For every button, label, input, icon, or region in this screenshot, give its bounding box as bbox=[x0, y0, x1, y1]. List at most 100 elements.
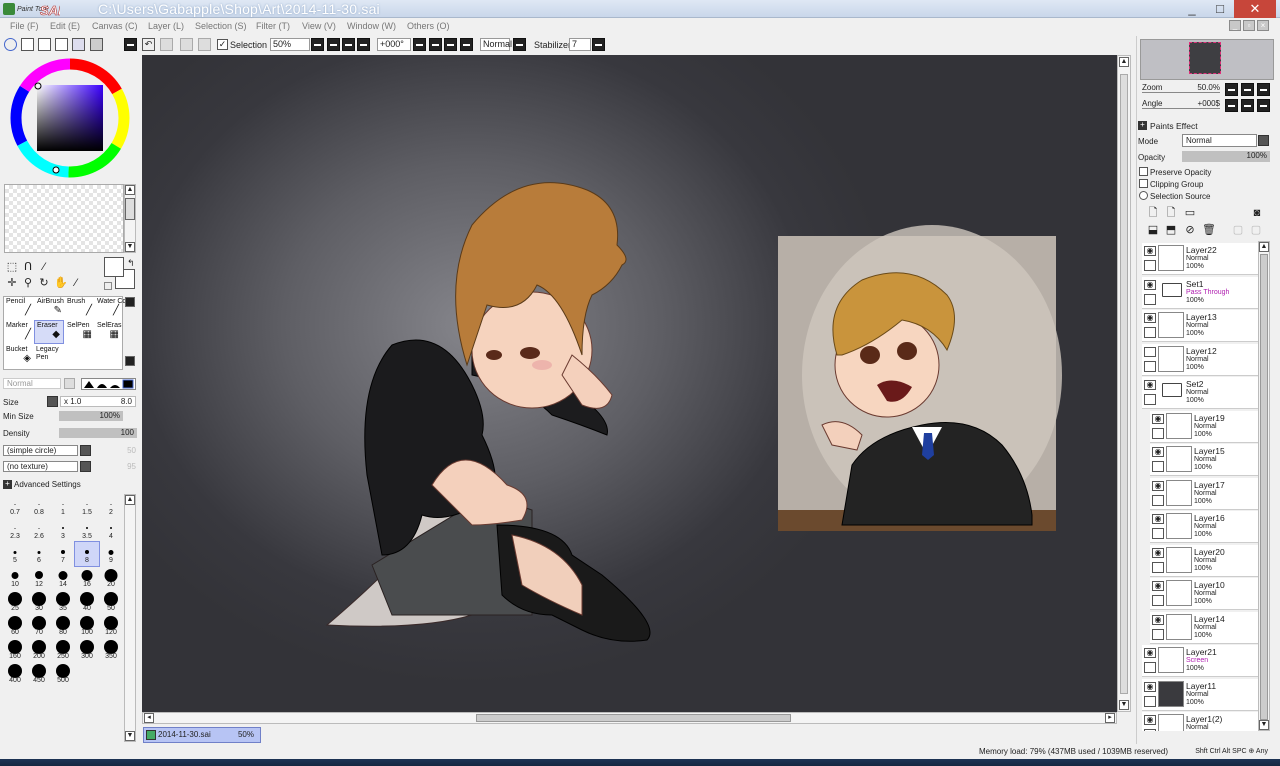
nav-rotate-reset-icon[interactable] bbox=[1257, 99, 1270, 112]
toolbar-dropdown-icon[interactable] bbox=[124, 38, 137, 51]
scroll-down-icon[interactable]: ▼ bbox=[125, 731, 135, 741]
brush-size-1-5[interactable]: 1.5 bbox=[75, 494, 99, 518]
menu-file[interactable]: File (F) bbox=[10, 21, 39, 31]
layer-select-checkbox[interactable] bbox=[1152, 628, 1164, 640]
nav-rotate-right-icon[interactable] bbox=[1241, 99, 1254, 112]
brush-mode-field[interactable]: Normal bbox=[3, 378, 61, 389]
brush-size-6[interactable]: 6 bbox=[27, 542, 51, 566]
tool-seleras[interactable]: SelEras ▦ bbox=[95, 321, 122, 345]
brush-size-3[interactable]: 3 bbox=[51, 518, 75, 542]
nav-zoom-reset-icon[interactable] bbox=[1257, 83, 1270, 96]
selection-source-radio[interactable] bbox=[1139, 191, 1148, 200]
layer-select-checkbox[interactable] bbox=[1152, 561, 1164, 573]
menu-canvas[interactable]: Canvas (C) bbox=[92, 21, 138, 31]
brush-shape-strength[interactable]: 50 bbox=[97, 446, 136, 455]
size-field[interactable]: x 1.0 8.0 bbox=[60, 396, 136, 407]
scroll-down-icon[interactable]: ▼ bbox=[125, 242, 135, 252]
nav-zoom-value[interactable]: 50.0% bbox=[1194, 83, 1220, 92]
brush-size-12[interactable]: 12 bbox=[27, 566, 51, 590]
layer-select-checkbox[interactable] bbox=[1152, 427, 1164, 439]
layer-list-scrollbar[interactable]: ▲ ▼ bbox=[1258, 241, 1270, 731]
layer-mode-field[interactable]: Normal bbox=[1182, 134, 1257, 147]
layer-row[interactable]: ◉ Layer11 Normal 100% bbox=[1142, 678, 1258, 711]
layer-row[interactable]: ◉ Layer20 Normal 100% bbox=[1150, 544, 1258, 577]
paints-effect-label[interactable]: Paints Effect bbox=[1150, 121, 1198, 131]
scroll-thumb[interactable] bbox=[1120, 74, 1128, 694]
brush-size-1[interactable]: 1 bbox=[51, 494, 75, 518]
tool-pencil[interactable]: Pencil ╱ bbox=[4, 297, 34, 321]
canvas-vertical-scrollbar[interactable]: ▲ ▼ bbox=[1117, 55, 1131, 712]
canvas[interactable] bbox=[142, 55, 1117, 712]
layer-row[interactable]: ◉ Layer10 Normal 100% bbox=[1150, 578, 1258, 610]
scroll-up-icon[interactable] bbox=[125, 297, 135, 307]
navigator-viewport[interactable] bbox=[1189, 42, 1221, 74]
layer-mode-dropdown-icon[interactable] bbox=[1258, 135, 1269, 146]
brush-size-30[interactable]: 30 bbox=[27, 590, 51, 614]
brush-size-10[interactable]: 10 bbox=[3, 566, 27, 590]
min-size-slider[interactable]: 100% bbox=[59, 411, 123, 421]
brush-size-120[interactable]: 120 bbox=[99, 614, 123, 638]
delete-mask-icon[interactable]: ▢ bbox=[1250, 224, 1262, 236]
brush-shape-dropdown-icon[interactable] bbox=[80, 445, 91, 456]
nav-angle-slider[interactable] bbox=[1142, 108, 1220, 109]
scroll-down-icon[interactable] bbox=[125, 356, 135, 366]
scratchpad-scrollbar[interactable]: ▲ ▼ bbox=[124, 184, 136, 253]
scratchpad-area[interactable] bbox=[4, 184, 124, 253]
eye-icon[interactable]: ◉ bbox=[1152, 581, 1164, 591]
layer-select-checkbox[interactable] bbox=[1144, 327, 1156, 338]
layer-row[interactable]: Layer12 Normal 100% bbox=[1142, 343, 1258, 376]
apply-mask-icon[interactable]: ▢ bbox=[1232, 224, 1244, 236]
zoom-icon[interactable]: ⚲ bbox=[22, 277, 34, 289]
brush-size-9[interactable]: 9 bbox=[99, 542, 123, 566]
brush-size-2-3[interactable]: 2.3 bbox=[3, 518, 27, 542]
layer-row[interactable]: ◉ Layer21 Screen 100% bbox=[1142, 645, 1258, 677]
eye-icon[interactable]: ◉ bbox=[1152, 614, 1164, 625]
nav-zoom-in-icon[interactable] bbox=[1241, 83, 1254, 96]
eye-icon[interactable]: ◉ bbox=[1152, 413, 1164, 424]
new-folder-icon[interactable]: ▭ bbox=[1184, 207, 1196, 219]
brush-size-14[interactable]: 14 bbox=[51, 566, 75, 590]
tool-brush[interactable]: Brush ╱ bbox=[65, 297, 95, 321]
swap-colors-icon[interactable]: ↰ bbox=[127, 258, 135, 269]
eye-icon[interactable]: ◉ bbox=[1152, 514, 1164, 524]
undo-icon[interactable]: ↶ bbox=[142, 38, 155, 51]
brush-size-400[interactable]: 400 bbox=[3, 662, 27, 686]
layer-row[interactable]: ◉ Layer16 Normal 100% bbox=[1150, 511, 1258, 543]
brush-size-160[interactable]: 160 bbox=[3, 638, 27, 662]
brush-size-4[interactable]: 4 bbox=[99, 518, 123, 542]
tool-bucket[interactable]: Bucket ◈ bbox=[4, 345, 34, 369]
redo-icon[interactable] bbox=[160, 38, 173, 51]
swatch-icon[interactable] bbox=[55, 38, 68, 51]
menu-edit[interactable]: Edit (E) bbox=[50, 21, 80, 31]
density-slider[interactable]: 100 bbox=[59, 428, 137, 438]
size-multiplier-dropdown-icon[interactable] bbox=[47, 396, 58, 407]
selection-checkbox[interactable]: ✓ bbox=[217, 39, 228, 50]
brush-size-0-8[interactable]: 0.8 bbox=[27, 494, 51, 518]
rgb-slider-icon[interactable] bbox=[21, 38, 34, 51]
blend-mode-field[interactable]: Normal bbox=[480, 38, 512, 51]
layer-row[interactable]: ◉ Layer13 Normal 100% bbox=[1142, 310, 1258, 342]
scroll-thumb[interactable] bbox=[1260, 254, 1268, 720]
eye-icon[interactable]: ◉ bbox=[1144, 313, 1156, 323]
brush-list-scrollbar[interactable] bbox=[124, 296, 136, 370]
nav-angle-value[interactable]: +000$ bbox=[1194, 99, 1220, 108]
layer-select-checkbox[interactable] bbox=[1144, 695, 1156, 707]
layer-row[interactable]: ◉ Layer1(2) Normal bbox=[1142, 712, 1258, 731]
layer-select-checkbox[interactable] bbox=[1144, 729, 1156, 731]
scroll-right-icon[interactable]: ▸ bbox=[1105, 713, 1115, 723]
layer-select-checkbox[interactable] bbox=[1144, 662, 1156, 673]
eyedropper-icon[interactable]: ⁄ bbox=[70, 277, 82, 289]
menu-selection[interactable]: Selection (S) bbox=[195, 21, 247, 31]
brush-size-2[interactable]: 2 bbox=[99, 494, 123, 518]
zoom-reset-icon[interactable] bbox=[357, 38, 370, 51]
brush-size-25[interactable]: 25 bbox=[3, 590, 27, 614]
brush-mode-dropdown-icon[interactable] bbox=[64, 378, 75, 389]
eye-icon[interactable]: ◉ bbox=[1144, 380, 1156, 390]
hsv-slider-icon[interactable] bbox=[38, 38, 51, 51]
menu-view[interactable]: View (V) bbox=[302, 21, 336, 31]
eye-icon[interactable]: ◉ bbox=[1152, 447, 1164, 457]
paints-effect-expand-icon[interactable]: + bbox=[1138, 121, 1147, 130]
brush-size-7[interactable]: 7 bbox=[51, 542, 75, 566]
invert-selection-icon[interactable] bbox=[198, 38, 211, 51]
layer-row[interactable]: ◉ Layer14 Normal 100% bbox=[1150, 611, 1258, 644]
